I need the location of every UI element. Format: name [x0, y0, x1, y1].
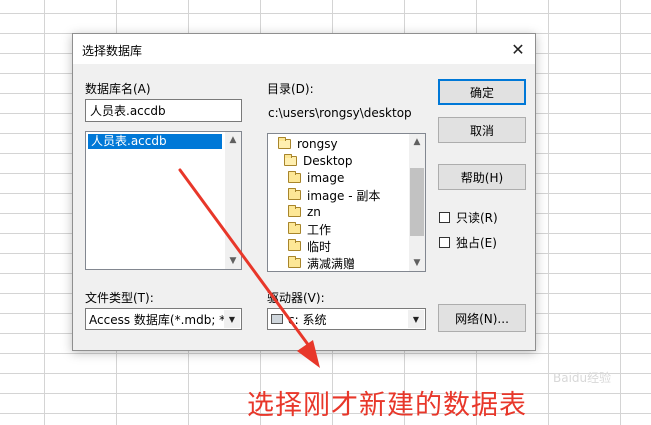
- folder-icon: [288, 222, 301, 234]
- checkbox-box: [439, 237, 450, 248]
- file-type-select[interactable]: Access 数据库(*.mdb; *. ▼: [85, 308, 242, 330]
- tree-item-label: 满减满赠: [307, 256, 356, 271]
- directory-tree[interactable]: rongsy Desktop image image - 副本 zn 工作 临时…: [267, 133, 426, 272]
- drive-label: 驱动器(V):: [267, 291, 325, 305]
- directory-path: c:\users\rongsy\desktop: [268, 106, 412, 120]
- tree-item-label: rongsy: [297, 137, 338, 151]
- tree-item-label: image - 副本: [307, 188, 381, 203]
- drive-icon: [271, 314, 283, 324]
- db-name-value: 人员表.accdb: [90, 104, 166, 118]
- checkbox-box: [439, 212, 450, 223]
- db-name-label: 数据库名(A): [85, 82, 151, 96]
- tree-item-label: 临时: [307, 239, 332, 254]
- file-type-value: Access 数据库(*.mdb; *.: [89, 312, 229, 327]
- tree-item[interactable]: 临时: [288, 238, 331, 254]
- folder-icon: [288, 171, 301, 183]
- file-type-label: 文件类型(T):: [85, 291, 154, 305]
- ok-button[interactable]: 确定: [438, 79, 526, 105]
- select-database-dialog: 选择数据库 ✕ 数据库名(A) 人员表.accdb 人员表.accdb ▲ ▼ …: [72, 33, 536, 351]
- db-name-input[interactable]: 人员表.accdb: [85, 99, 242, 122]
- scroll-thumb[interactable]: [410, 168, 424, 236]
- folder-open-icon: [284, 154, 297, 166]
- readonly-label: 只读(R): [456, 211, 498, 225]
- tree-item[interactable]: image: [288, 170, 344, 186]
- dialog-titlebar: 选择数据库 ✕: [73, 34, 535, 64]
- drive-select[interactable]: c: 系统 ▼: [267, 308, 426, 330]
- folder-icon: [288, 239, 301, 251]
- drive-value: c: 系统: [288, 312, 327, 327]
- folder-icon: [288, 188, 301, 200]
- tree-item[interactable]: 满减满赠: [288, 255, 355, 271]
- close-icon[interactable]: ✕: [501, 34, 535, 64]
- exclusive-label: 独占(E): [456, 236, 497, 250]
- chevron-down-icon[interactable]: ▼: [224, 310, 240, 328]
- watermark-text: Baidu经验: [553, 371, 612, 385]
- directory-scrollbar[interactable]: ▲ ▼: [409, 134, 425, 271]
- scroll-up-icon[interactable]: ▲: [225, 132, 241, 148]
- tree-item-label: 工作: [307, 222, 332, 237]
- scroll-down-icon[interactable]: ▼: [409, 255, 425, 271]
- tree-item[interactable]: rongsy: [278, 136, 338, 152]
- directory-label: 目录(D):: [267, 82, 314, 96]
- readonly-checkbox[interactable]: 只读(R): [439, 209, 498, 226]
- tree-item[interactable]: Desktop: [284, 153, 353, 169]
- tree-item-label: image: [307, 171, 345, 185]
- db-file-list[interactable]: 人员表.accdb ▲ ▼: [85, 131, 242, 270]
- tree-item[interactable]: zn: [288, 204, 321, 220]
- annotation-caption: 选择刚才新建的数据表: [247, 390, 527, 421]
- help-button[interactable]: 帮助(H): [438, 164, 526, 190]
- scroll-up-icon[interactable]: ▲: [409, 134, 425, 150]
- folder-open-icon: [278, 137, 291, 149]
- tree-item[interactable]: 工作: [288, 221, 331, 237]
- cancel-button[interactable]: 取消: [438, 117, 526, 143]
- folder-icon: [288, 205, 301, 217]
- network-button[interactable]: 网络(N)...: [438, 304, 526, 332]
- tree-item[interactable]: image - 副本: [288, 187, 380, 203]
- tree-item-label: zn: [307, 205, 321, 219]
- exclusive-checkbox[interactable]: 独占(E): [439, 234, 497, 251]
- tree-item-label: Desktop: [303, 154, 353, 168]
- db-list-scrollbar[interactable]: ▲ ▼: [225, 132, 241, 269]
- scroll-down-icon[interactable]: ▼: [225, 253, 241, 269]
- chevron-down-icon[interactable]: ▼: [408, 310, 424, 328]
- folder-icon: [288, 256, 301, 268]
- dialog-title: 选择数据库: [82, 44, 143, 58]
- list-item[interactable]: 人员表.accdb: [88, 134, 222, 149]
